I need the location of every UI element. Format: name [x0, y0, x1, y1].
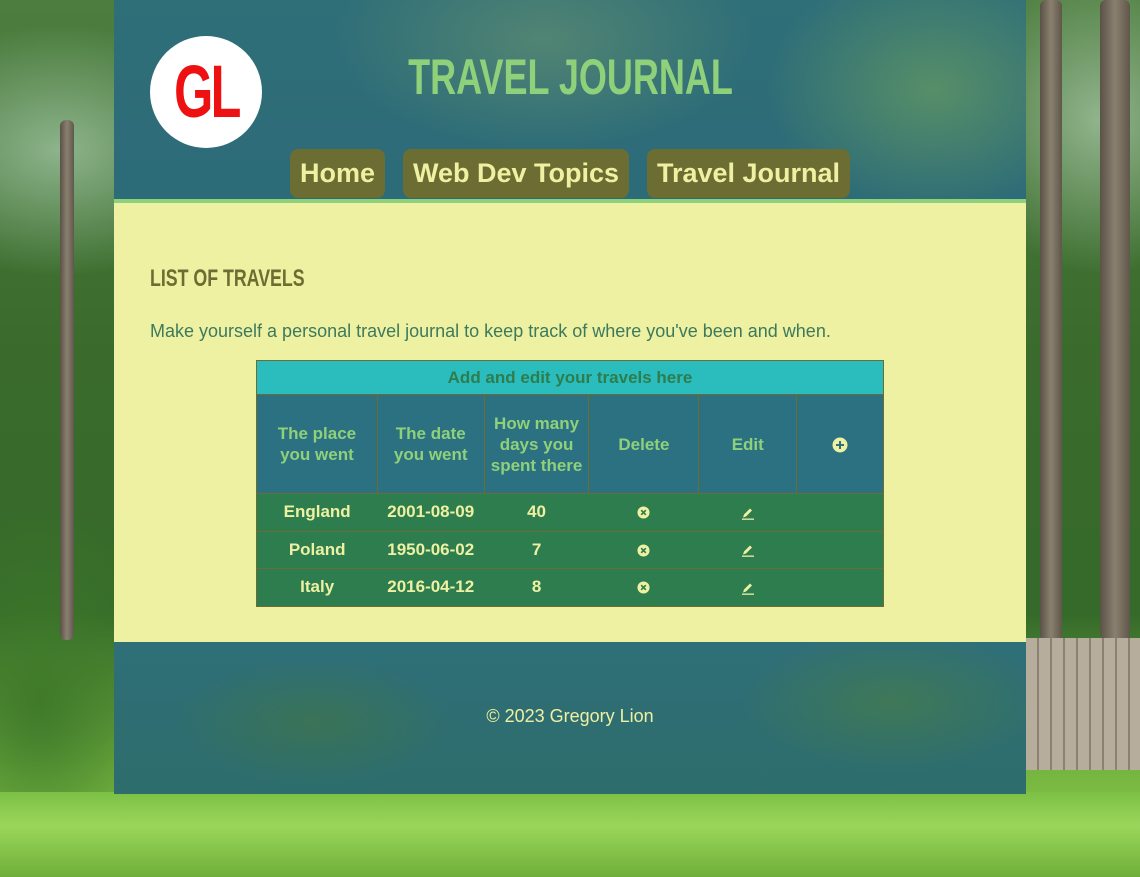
- x-circle-icon[interactable]: [637, 544, 650, 557]
- background-tree-trunk: [1100, 0, 1130, 640]
- background-tree-trunk: [1040, 0, 1062, 640]
- background-tree-trunk: [60, 120, 74, 640]
- header-date: The date you went: [376, 394, 485, 494]
- pencil-icon[interactable]: [741, 581, 755, 595]
- travels-table: Add and edit your travels here The place…: [256, 360, 884, 607]
- background-fence: [1026, 638, 1140, 770]
- x-circle-icon[interactable]: [637, 506, 650, 519]
- nav-travel-journal-link[interactable]: Travel Journal: [647, 149, 850, 198]
- background-lawn: [0, 792, 1140, 877]
- pencil-icon[interactable]: [741, 543, 755, 558]
- table-row: England 2001-08-09 40: [256, 493, 884, 532]
- main-content: LIST OF TRAVELS Make yourself a personal…: [114, 203, 1026, 642]
- site-title-text: TRAVEL JOURNAL: [407, 49, 733, 105]
- cell-date: 2001-08-09: [377, 493, 485, 532]
- site-footer: © 2023 Gregory Lion: [114, 642, 1026, 794]
- table-header-row: The place you went The date you went How…: [256, 394, 884, 494]
- header-days: How many days you spent there: [483, 394, 590, 494]
- cell-place: Poland: [256, 531, 378, 569]
- cell-days: 7: [484, 531, 589, 569]
- site-header: GL TRAVEL JOURNAL Home Web Dev Topics Tr…: [114, 0, 1026, 199]
- cell-delete: [588, 568, 699, 607]
- cell-empty: [796, 568, 884, 607]
- header-place: The place you went: [256, 394, 378, 494]
- header-add: [796, 394, 884, 494]
- x-circle-icon[interactable]: [637, 581, 650, 594]
- copyright-text: © 2023 Gregory Lion: [486, 706, 654, 726]
- cell-place: Italy: [256, 568, 378, 607]
- main-nav: Home Web Dev Topics Travel Journal: [114, 149, 1026, 199]
- plus-circle-icon[interactable]: [832, 437, 848, 453]
- table-row: Poland 1950-06-02 7: [256, 531, 884, 569]
- header-delete: Delete: [588, 394, 700, 494]
- list-heading-text: LIST OF TRAVELS: [150, 265, 305, 292]
- intro-text: Make yourself a personal travel journal …: [150, 321, 831, 341]
- cell-days: 40: [484, 493, 589, 532]
- table-caption: Add and edit your travels here: [256, 360, 884, 394]
- cell-empty: [796, 531, 884, 569]
- nav-web-dev-topics-link[interactable]: Web Dev Topics: [403, 149, 629, 198]
- cell-edit: [698, 493, 797, 532]
- site-title: TRAVEL JOURNAL: [114, 48, 1026, 106]
- cell-place: England: [256, 493, 378, 532]
- cell-days: 8: [484, 568, 589, 607]
- cell-edit: [698, 531, 797, 569]
- cell-date: 2016-04-12: [377, 568, 485, 607]
- cell-delete: [588, 531, 699, 569]
- table-row: Italy 2016-04-12 8: [256, 568, 884, 607]
- nav-home-link[interactable]: Home: [290, 149, 385, 198]
- header-edit: Edit: [698, 394, 798, 494]
- cell-date: 1950-06-02: [377, 531, 485, 569]
- cell-delete: [588, 493, 699, 532]
- page-container: GL TRAVEL JOURNAL Home Web Dev Topics Tr…: [114, 0, 1026, 794]
- pencil-icon[interactable]: [741, 506, 755, 520]
- cell-empty: [796, 493, 884, 532]
- list-heading: LIST OF TRAVELS: [150, 265, 359, 293]
- cell-edit: [698, 568, 797, 607]
